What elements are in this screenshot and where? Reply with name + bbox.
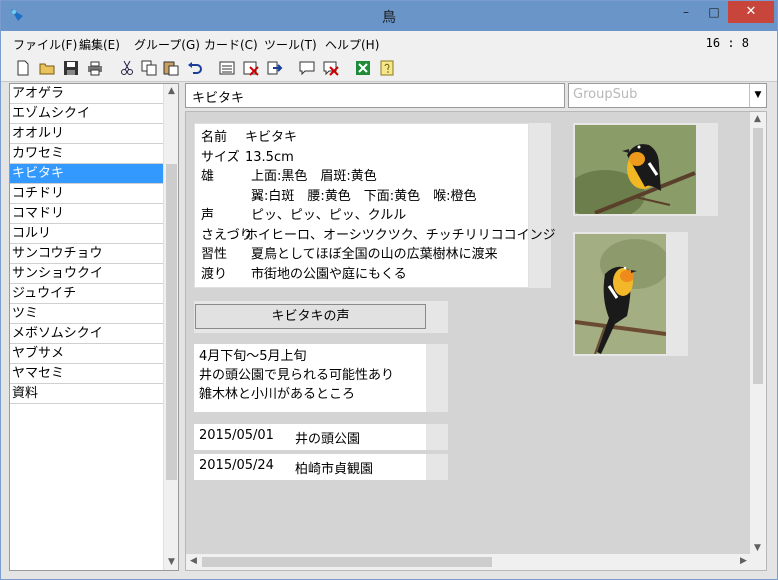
info-value: ピッ、ピッ、ピッ、クルル [251, 208, 407, 223]
list-item[interactable]: サンショウクイ [10, 264, 164, 284]
info-value: ホイヒーロ、オーシツクツク、チッチリリココインジ [245, 227, 556, 243]
play-voice-button[interactable]: キビタキの声 [195, 304, 426, 329]
list-item[interactable]: ヤマセミ [10, 364, 164, 384]
menu-bar: ファイル(F) 編集(E) グループ(G) カード(C) ツール(T) ヘルプ(… [1, 31, 777, 55]
note-card[interactable]: 4月下旬〜5月上旬 井の頭公園で見られる可能性あり 雑木林と小川があるところ [194, 344, 426, 412]
menu-group[interactable]: グループ(G) [134, 36, 200, 53]
undo-icon[interactable] [185, 58, 205, 78]
bird-list: アオゲラ エゾムシクイ オオルリ カワセミ キビタキ コチドリ コマドリ コルリ… [9, 83, 179, 571]
list-item-selected[interactable]: キビタキ [10, 164, 164, 184]
help-note-icon[interactable] [377, 58, 397, 78]
excel-icon[interactable] [353, 58, 373, 78]
scroll-up-icon[interactable]: ▲ [164, 84, 178, 99]
card-list-icon[interactable] [217, 58, 237, 78]
list-scroll-thumb[interactable] [166, 164, 177, 480]
list-scrollbar[interactable]: ▲ ▼ [163, 84, 178, 570]
observation-date: 2015/05/01 [199, 428, 274, 443]
list-item[interactable]: ツミ [10, 304, 164, 324]
bird-photo-1[interactable] [575, 125, 696, 214]
chevron-down-icon[interactable]: ▼ [749, 84, 766, 107]
save-icon[interactable] [61, 58, 81, 78]
voice-button-frame: キビタキの声 [194, 301, 448, 333]
note-line: 4月下旬〜5月上旬 [199, 349, 307, 364]
cut-icon[interactable] [117, 58, 137, 78]
info-label: 声 [201, 208, 215, 223]
info-value: 夏鳥としてほぼ全国の山の広葉樹林に渡来 [251, 247, 498, 262]
scroll-right-icon[interactable]: ▶ [736, 554, 751, 569]
info-value: 翼:白斑 腰:黄色 下面:黄色 喉:橙色 [251, 188, 477, 204]
maximize-button[interactable]: □ [700, 1, 728, 23]
scroll-left-icon[interactable]: ◀ [186, 554, 201, 569]
print-icon[interactable] [85, 58, 105, 78]
list-item[interactable]: アオゲラ [10, 84, 164, 104]
list-item[interactable]: コマドリ [10, 204, 164, 224]
comment-icon[interactable] [297, 58, 317, 78]
new-file-icon[interactable] [13, 58, 33, 78]
list-item[interactable]: エゾムシクイ [10, 104, 164, 124]
note-line: 雑木林と小川があるところ [199, 387, 356, 402]
observation-row[interactable]: 2015/05/24 柏崎市貞観園 [194, 454, 426, 480]
info-value: 上面:黒色 眉斑:黄色 [251, 169, 377, 184]
close-button[interactable]: ✕ [728, 1, 774, 23]
observation-place: 井の頭公園 [295, 432, 361, 447]
info-value: 市街地の公園や庭にもくる [251, 266, 407, 282]
card-content-area: 名前 キビタキ サイズ 13.5cm 雄 上面:黒色 眉斑:黄色 翼:白斑 腰:黄色 … [185, 111, 767, 571]
menu-edit[interactable]: 編集(E) [79, 36, 120, 53]
bird-info-card[interactable]: 名前 キビタキ サイズ 13.5cm 雄 上面:黒色 眉斑:黄色 翼:白斑 腰:黄色 … [194, 123, 556, 288]
list-item[interactable]: オオルリ [10, 124, 164, 144]
list-item[interactable]: サンコウチョウ [10, 244, 164, 264]
info-label: 名前 [201, 130, 228, 145]
card-name-field[interactable]: キビタキ [185, 83, 565, 108]
list-item[interactable]: コルリ [10, 224, 164, 244]
content-horizontal-scrollbar[interactable]: ◀ ▶ [186, 554, 752, 570]
info-label: サイズ [201, 149, 240, 165]
info-value: キビタキ [245, 130, 298, 145]
observation-row[interactable]: 2015/05/01 井の頭公園 [194, 424, 426, 450]
list-item[interactable]: カワセミ [10, 144, 164, 164]
menu-help[interactable]: ヘルプ(H) [325, 36, 379, 53]
bird-photo-2[interactable] [575, 234, 666, 354]
toolbar [1, 55, 777, 82]
content-hscroll-thumb[interactable] [202, 557, 492, 567]
info-label: 習性 [201, 247, 228, 262]
info-label: 渡り [201, 266, 228, 282]
note-line: 井の頭公園で見られる可能性あり [199, 368, 395, 383]
scroll-down-icon[interactable]: ▼ [164, 555, 178, 570]
observation-place: 柏崎市貞観園 [295, 462, 374, 477]
scroll-up-icon[interactable]: ▲ [750, 112, 765, 127]
list-item[interactable]: ヤブサメ [10, 344, 164, 364]
content-vscroll-thumb[interactable] [753, 128, 763, 384]
content-vertical-scrollbar[interactable]: ▲ ▼ [750, 112, 766, 556]
app-window: 鳥 – □ ✕ ファイル(F) 編集(E) グループ(G) カード(C) ツール… [0, 0, 778, 580]
list-item[interactable]: ジュウイチ [10, 284, 164, 304]
copy-icon[interactable] [139, 58, 159, 78]
title-bar[interactable]: 鳥 – □ ✕ [1, 1, 777, 31]
list-item[interactable]: メボソムシクイ [10, 324, 164, 344]
observation-date: 2015/05/24 [199, 458, 274, 473]
export-icon[interactable] [265, 58, 285, 78]
photo-frame [573, 123, 718, 216]
info-value: 13.5cm [245, 149, 294, 165]
delete-card-icon[interactable] [241, 58, 261, 78]
scroll-corner [750, 554, 766, 570]
photo-frame [573, 232, 688, 356]
paste-icon[interactable] [161, 58, 181, 78]
list-item[interactable]: 資料 [10, 384, 164, 404]
clock: 16 : 8 [705, 36, 749, 50]
group-select-value: GroupSub [573, 87, 638, 102]
list-item[interactable]: コチドリ [10, 184, 164, 204]
menu-tools[interactable]: ツール(T) [264, 36, 317, 53]
info-label: 雄 [201, 169, 215, 184]
open-folder-icon[interactable] [37, 58, 57, 78]
window-title: 鳥 [382, 10, 396, 26]
delete-comment-icon[interactable] [321, 58, 341, 78]
group-select[interactable]: GroupSub ▼ [568, 83, 767, 108]
minimize-button[interactable]: – [672, 1, 700, 23]
menu-card[interactable]: カード(C) [204, 36, 258, 53]
menu-file[interactable]: ファイル(F) [13, 36, 77, 53]
